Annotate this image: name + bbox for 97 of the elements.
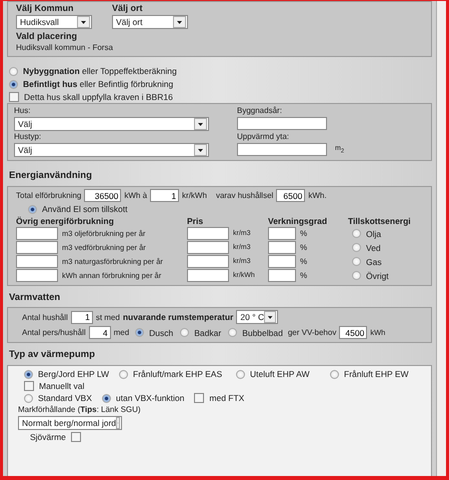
- radio-button[interactable]: [352, 243, 361, 252]
- field-label: Byggnadsår:: [237, 106, 283, 115]
- radio-label: Bubbelbad: [242, 328, 283, 338]
- price-field[interactable]: [187, 241, 229, 254]
- field-label: varav hushållsel: [216, 191, 274, 200]
- field-label: Hus:: [14, 106, 32, 115]
- total-consumption-field[interactable]: 36500: [84, 189, 122, 202]
- radio-button[interactable]: [236, 370, 245, 378]
- radio-label: Frånluft EHP EW: [344, 369, 409, 379]
- amount-field[interactable]: [16, 241, 58, 254]
- radio-button[interactable]: [352, 257, 361, 266]
- unit-label: kWh à: [124, 191, 148, 200]
- radio-button[interactable]: [352, 229, 361, 238]
- radio-label: Nybyggnation eller Toppeffektberäkning: [23, 66, 177, 76]
- section-heading: Varmvatten: [9, 292, 62, 303]
- checkbox-label: Detta hus skall uppfylla kraven i BBR16: [24, 92, 173, 102]
- house-input[interactable]: [237, 143, 327, 156]
- field-label: nuvarande rumstemperatur: [122, 312, 234, 322]
- radio-button[interactable]: [9, 66, 18, 76]
- radio-button[interactable]: [119, 370, 128, 378]
- checkbox[interactable]: [24, 381, 34, 391]
- checkbox-label: Sjövärme: [30, 432, 66, 442]
- field-label: Total elförbrukning: [16, 191, 82, 200]
- field-label: Hustyp:: [14, 132, 42, 141]
- radio-label: Ved: [366, 242, 381, 252]
- field-label: Antal pers/hushåll: [22, 328, 86, 337]
- radio-button[interactable]: [180, 328, 190, 337]
- radio-label: Dusch: [149, 328, 174, 338]
- price-field[interactable]: [187, 255, 229, 268]
- amount-field[interactable]: [16, 269, 58, 282]
- field-label: Vald placering: [16, 31, 78, 41]
- column-header: Tillskottsenergi: [348, 216, 412, 226]
- field-label: Markförhållande (Tips: Länk SGU): [18, 405, 142, 414]
- field-label: Välj Kommun: [16, 3, 75, 13]
- radio-button[interactable]: [135, 328, 144, 337]
- household-field[interactable]: 6500: [276, 189, 306, 202]
- efficiency-field[interactable]: [268, 255, 296, 268]
- house-select[interactable]: Välj: [14, 143, 209, 157]
- price-field[interactable]: [187, 227, 229, 240]
- price-field[interactable]: [187, 269, 229, 282]
- radio-button[interactable]: [352, 271, 361, 280]
- radio-label: Olja: [366, 228, 382, 238]
- radio-button[interactable]: [24, 394, 33, 402]
- municipality-select[interactable]: Hudiksvall: [16, 15, 92, 29]
- house-input[interactable]: [237, 117, 327, 130]
- unit-label: %: [300, 271, 308, 280]
- efficiency-field[interactable]: [268, 227, 296, 240]
- radio-button[interactable]: [28, 204, 37, 214]
- field-label: Välj ort: [112, 3, 144, 13]
- radio-label: Frånluft/mark EHP EAS: [133, 369, 222, 379]
- unit-label: %: [300, 257, 308, 266]
- radio-button[interactable]: [330, 370, 339, 378]
- radio-label: Standard VBX: [38, 393, 92, 403]
- checkbox-label: Manuellt val: [39, 381, 84, 391]
- checkbox[interactable]: [194, 393, 204, 403]
- radio-label: Berg/Jord EHP LW: [38, 369, 110, 379]
- radio-button[interactable]: [228, 328, 238, 337]
- unit-label: %: [300, 243, 308, 252]
- efficiency-field[interactable]: [268, 241, 296, 254]
- radio-button[interactable]: [102, 394, 111, 402]
- column-header: Verkningsgrad: [268, 216, 328, 226]
- unit-label: %: [300, 229, 308, 238]
- unit-label: kr/kWh: [182, 191, 207, 200]
- radio-label: Uteluft EHP AW: [250, 369, 310, 379]
- radio-label: Gas: [366, 256, 382, 266]
- radio-label: Badkar: [194, 328, 222, 338]
- chosen-location: Hudiksvall kommun - Forsa: [16, 43, 114, 52]
- radio-button[interactable]: [24, 370, 33, 378]
- efficiency-field[interactable]: [268, 269, 296, 282]
- section-heading: Typ av värmepump: [9, 349, 96, 360]
- checkbox[interactable]: [70, 432, 81, 442]
- price-field[interactable]: 1: [150, 189, 180, 202]
- section-heading: Energianvändning: [9, 170, 93, 181]
- radio-label: Övrigt: [366, 270, 389, 280]
- amount-field[interactable]: [16, 255, 58, 268]
- checkbox[interactable]: [9, 92, 19, 102]
- checkbox-label: med FTX: [209, 393, 244, 403]
- radio-label: Använd El som tillskott: [42, 204, 128, 214]
- hot-water-need-field[interactable]: 4500: [339, 326, 368, 339]
- unit-label: kWh.: [308, 191, 327, 200]
- persons-field[interactable]: 4: [88, 326, 111, 339]
- field-label: Uppvärmd yta:: [237, 132, 290, 141]
- radio-label: utan VBX-funktion: [116, 393, 184, 403]
- households-field[interactable]: 1: [70, 310, 93, 324]
- house-select[interactable]: Välj: [14, 117, 209, 131]
- field-label: Antal hushåll: [22, 312, 68, 322]
- place-select[interactable]: Välj ort: [112, 15, 188, 29]
- amount-field[interactable]: [16, 227, 58, 240]
- column-header: Pris: [187, 216, 204, 226]
- column-header: Övrig energiförbrukning: [16, 216, 115, 226]
- field-label: ger VV-behov: [288, 328, 336, 337]
- radio-button[interactable]: [9, 80, 18, 88]
- radio-label: Befintligt hus eller Befintlig förbrukning: [23, 79, 174, 89]
- unit-label: st med: [96, 312, 120, 322]
- unit-label: med: [114, 328, 130, 337]
- ground-select[interactable]: Normalt berg/normal jord: [18, 416, 122, 430]
- temperature-select[interactable]: 20 ° C: [236, 310, 278, 324]
